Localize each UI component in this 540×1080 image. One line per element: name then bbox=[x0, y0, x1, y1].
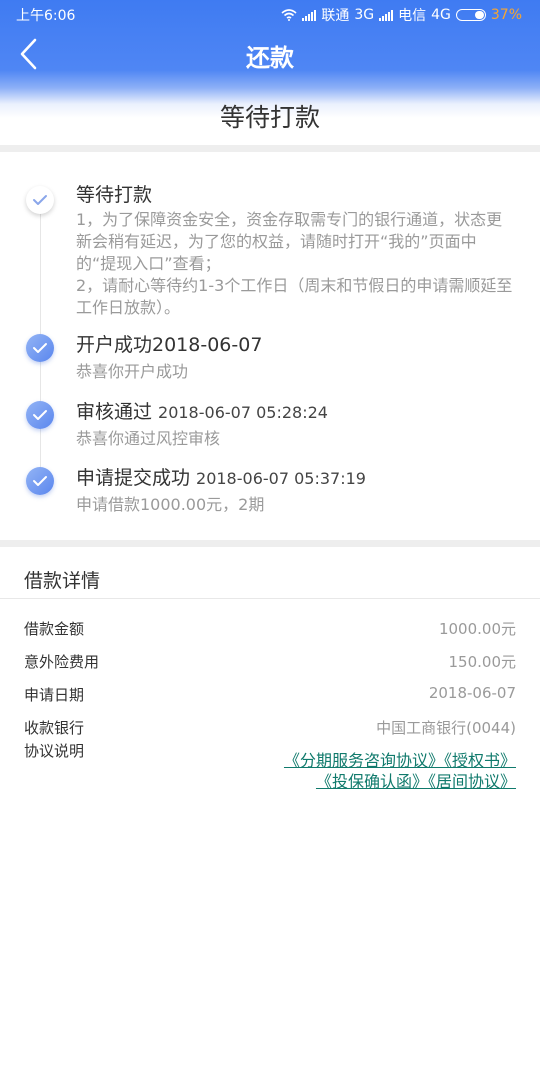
timeline-title: 等待打款 bbox=[76, 184, 153, 206]
check-icon bbox=[26, 467, 54, 495]
timeline-time: 2018-06-07 05:37:19 bbox=[196, 469, 366, 488]
loan-amount-value: 1000.00元 bbox=[438, 620, 516, 638]
details-title: 借款详情 bbox=[24, 570, 101, 592]
signal-icon-2 bbox=[379, 9, 394, 21]
carrier-1: 联通 bbox=[321, 8, 350, 24]
status-right: 联通 3G 电信 4G 37% bbox=[281, 5, 522, 25]
timeline-title-text: 审核通过 bbox=[76, 401, 153, 423]
pending-check-icon bbox=[26, 186, 54, 214]
carrier-2: 电信 bbox=[398, 8, 427, 24]
network-2: 4G bbox=[431, 7, 451, 23]
agreement-label: 协议说明 bbox=[24, 742, 85, 760]
nav-bar: 还款 bbox=[0, 28, 540, 80]
agreement-link-authorization[interactable]: 《授权书》 bbox=[444, 751, 516, 770]
section-divider bbox=[0, 145, 540, 152]
timeline-title: 审核通过 2018-06-07 05:28:24 bbox=[76, 397, 328, 424]
agreement-link-service[interactable]: 《分期服务咨询协议》 bbox=[284, 751, 444, 770]
timeline-title-text: 申请提交成功 bbox=[76, 467, 191, 489]
bank-label: 收款银行 bbox=[24, 719, 85, 737]
timeline-desc: 1，为了保障资金安全，资金存取需专门的银行通道，状态更新会稍有延迟，为了您的权益… bbox=[76, 209, 516, 319]
apply-date-value: 2018-06-07 bbox=[428, 684, 516, 702]
timeline-desc-text: 1，为了保障资金安全，资金存取需专门的银行通道，状态更新会稍有延迟，为了您的权益… bbox=[76, 210, 513, 317]
timeline-time: 2018-06-07 05:28:24 bbox=[158, 403, 328, 422]
apply-date-label: 申请日期 bbox=[24, 686, 85, 704]
battery-icon bbox=[455, 9, 486, 21]
agreement-links: 《分期服务咨询协议》《授权书》《投保确认函》《居间协议》 bbox=[186, 750, 516, 792]
section-divider bbox=[0, 540, 540, 547]
timeline-desc: 恭喜你开户成功 bbox=[76, 362, 189, 381]
agreement-link-insurance[interactable]: 《投保确认函》 bbox=[316, 772, 428, 791]
agreement-link-intermediary[interactable]: 《居间协议》 bbox=[428, 772, 516, 791]
signal-icon bbox=[302, 9, 317, 21]
battery-percent: 37% bbox=[490, 7, 522, 23]
timeline-desc: 恭喜你通过风控审核 bbox=[76, 429, 221, 448]
page-title: 还款 bbox=[246, 44, 294, 72]
status-time: 上午6:06 bbox=[16, 8, 76, 24]
insurance-fee-value: 150.00元 bbox=[448, 653, 517, 671]
insurance-fee-label: 意外险费用 bbox=[24, 653, 100, 671]
status-bar: 上午6:06 联通 3G 电信 4G 37% bbox=[0, 0, 540, 28]
loan-amount-label: 借款金额 bbox=[24, 620, 85, 638]
timeline-title: 开户成功2018-06-07 bbox=[76, 330, 262, 357]
network-1: 3G bbox=[354, 7, 375, 23]
timeline-desc: 申请借款1000.00元，2期 bbox=[76, 495, 265, 514]
wifi-icon bbox=[281, 9, 297, 21]
details-divider bbox=[0, 598, 540, 599]
bank-value: 中国工商银行(0044) bbox=[376, 719, 516, 737]
timeline-title: 申请提交成功 2018-06-07 05:37:19 bbox=[76, 463, 366, 490]
status-heading: 等待打款 bbox=[219, 103, 320, 132]
timeline-title-text: 开户成功2018-06-07 bbox=[76, 334, 263, 356]
progress-timeline: 等待打款 1，为了保障资金安全，资金存取需专门的银行通道，状态更新会稍有延迟，为… bbox=[0, 152, 540, 540]
check-icon bbox=[26, 401, 54, 429]
check-icon bbox=[26, 334, 54, 362]
